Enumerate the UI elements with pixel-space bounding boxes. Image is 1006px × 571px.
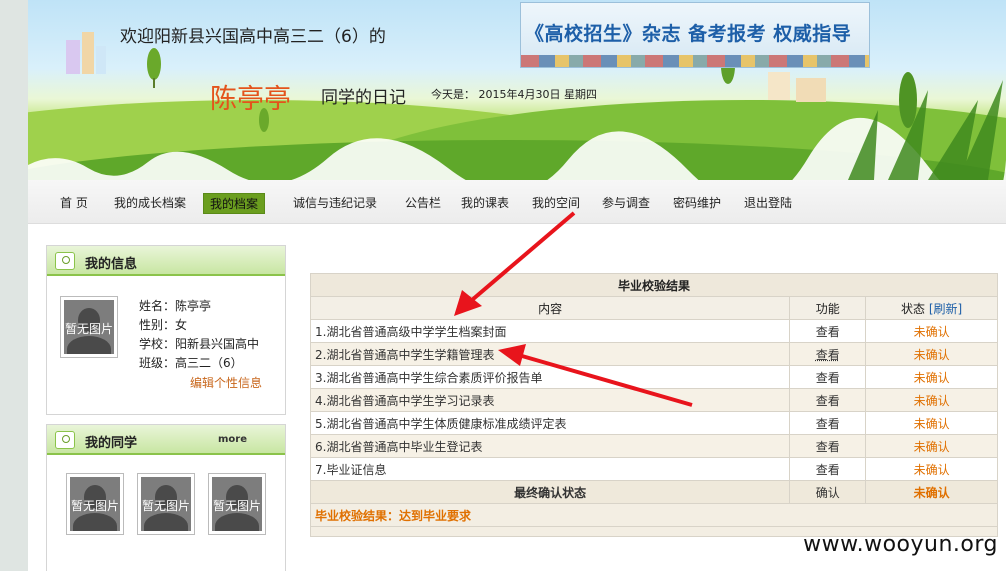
avatar-placeholder-label: 暂无图片 (64, 322, 113, 336)
view-link[interactable]: 查看 (789, 411, 867, 435)
row-content: 5.湖北省普通高中学生体质健康标准成绩评定表 (309, 411, 791, 435)
nav-bulletin[interactable]: 公告栏 (405, 194, 441, 211)
row-status: 未确认 (865, 411, 998, 435)
final-status-label: 最终确认状态 (309, 480, 791, 504)
info-gender: 性别：女 (139, 318, 188, 332)
left-margin-strip (0, 0, 28, 571)
status-header-label: 状态 (900, 301, 925, 316)
nav-survey[interactable]: 参与调查 (602, 194, 650, 211)
group-icon (55, 431, 75, 449)
info-name: 姓名：陈亭亭 (139, 299, 212, 313)
row-status: 未确认 (865, 365, 998, 389)
refresh-link[interactable]: [刷新] (929, 302, 962, 316)
classmate-avatar[interactable]: 暂无图片 (137, 473, 195, 535)
classmate-avatar[interactable]: 暂无图片 (208, 473, 266, 535)
view-link[interactable]: 查看 (789, 434, 867, 458)
classmates-more-link[interactable]: more (218, 434, 247, 445)
view-link[interactable]: 查看 (789, 365, 867, 389)
watermark: www.wooyun.org (803, 532, 998, 557)
nav-my-space[interactable]: 我的空间 (532, 194, 580, 211)
classmates-panel: 我的同学 more 暂无图片 暂无图片 暂无图片 (46, 424, 286, 571)
nav-home[interactable]: 首 页 (60, 194, 88, 211)
avatar-placeholder-label: 暂无图片 (141, 499, 190, 513)
diary-label: 同学的日记 (321, 88, 406, 108)
table-row: 7.毕业证信息 查看 未确认 (309, 457, 998, 481)
table-title: 毕业校验结果 (310, 273, 998, 297)
table-row: 6.湖北省普通高中毕业生登记表 查看 未确认 (309, 434, 998, 458)
view-link[interactable]: 查看 (789, 319, 867, 343)
info-class: 班级：高三二（6） (139, 356, 243, 370)
row-content: 3.湖北省普通高中学生综合素质评价报告单 (309, 365, 791, 389)
summary-row: 毕业校验结果：达到毕业要求 (310, 503, 998, 527)
final-status-value: 未确认 (865, 480, 998, 504)
view-link[interactable]: 查看 (789, 457, 867, 481)
col-function-header: 功能 (789, 296, 867, 320)
welcome-text: 欢迎阳新县兴国高中高三二（6）的 (120, 27, 386, 47)
nav-growth-archive[interactable]: 我的成长档案 (114, 194, 186, 211)
my-info-header: 我的信息 (47, 246, 285, 276)
row-content: 7.毕业证信息 (309, 457, 791, 481)
graduation-check-table: 毕业校验结果 内容 功能 状态 [刷新] 1.湖北省普通高级中学学生档案封面 查… (309, 273, 998, 537)
row-status: 未确认 (865, 388, 998, 412)
row-content: 6.湖北省普通高中毕业生登记表 (309, 434, 791, 458)
final-status-row: 最终确认状态 确认 未确认 (309, 480, 998, 504)
table-row: 1.湖北省普通高级中学学生档案封面 查看 未确认 (309, 319, 998, 343)
classmate-avatar[interactable]: 暂无图片 (66, 473, 124, 535)
my-info-title: 我的信息 (85, 257, 138, 272)
row-status: 未确认 (865, 434, 998, 458)
avatar-placeholder-label: 暂无图片 (70, 499, 119, 513)
col-status-header: 状态 [刷新] (865, 296, 998, 320)
row-status: 未确认 (865, 457, 998, 481)
nav-my-schedule[interactable]: 我的课表 (461, 194, 509, 211)
table-row: 5.湖北省普通高中学生体质健康标准成绩评定表 查看 未确认 (309, 411, 998, 435)
table-row: 2.湖北省普通高中学生学籍管理表 查看 未确认 (309, 342, 998, 366)
table-row: 4.湖北省普通高中学生学习记录表 查看 未确认 (309, 388, 998, 412)
view-link[interactable]: 查看 (789, 342, 867, 366)
view-link[interactable]: 查看 (789, 388, 867, 412)
student-name: 陈亭亭 (210, 84, 291, 115)
today-date: 今天是： 2015年4月30日 星期四 (431, 88, 597, 101)
info-school: 学校：阳新县兴国高中 (139, 337, 260, 351)
edit-profile-link[interactable]: 编辑个性信息 (190, 374, 262, 391)
nav-my-archive[interactable]: 我的档案 (203, 193, 266, 214)
header-banner: 欢迎阳新县兴国高中高三二（6）的 陈亭亭 同学的日记 今天是： 2015年4月3… (28, 0, 1006, 180)
row-content: 2.湖北省普通高中学生学籍管理表 (309, 342, 791, 366)
graduation-summary: 毕业校验结果：达到毕业要求 (310, 503, 998, 527)
col-content-header: 内容 (309, 296, 791, 320)
row-content: 4.湖北省普通高中学生学习记录表 (309, 388, 791, 412)
ad-banner-strip (521, 55, 869, 67)
row-status: 未确认 (865, 342, 998, 366)
nav-integrity-records[interactable]: 诚信与违纪记录 (293, 194, 377, 211)
my-info-panel: 我的信息 暂无图片 姓名：陈亭亭 性别：女 学校：阳新县兴国高中 班级：高三二（… (46, 245, 286, 415)
row-content: 1.湖北省普通高级中学学生档案封面 (309, 319, 791, 343)
user-icon (55, 252, 75, 270)
nav-password[interactable]: 密码维护 (673, 194, 721, 211)
ad-banner[interactable]: 《高校招生》杂志 备考报考 权威指导 (520, 2, 870, 68)
avatar: 暂无图片 (60, 296, 118, 358)
table-row: 3.湖北省普通高中学生综合素质评价报告单 查看 未确认 (309, 365, 998, 389)
confirm-link[interactable]: 确认 (789, 480, 867, 504)
nav-logout[interactable]: 退出登陆 (744, 194, 792, 211)
classmates-header: 我的同学 more (47, 425, 285, 455)
ad-banner-text: 《高校招生》杂志 备考报考 权威指导 (525, 23, 852, 45)
main-nav: 首 页 我的成长档案 我的档案 诚信与违纪记录 公告栏 我的课表 我的空间 参与… (28, 180, 1006, 224)
row-status: 未确认 (865, 319, 998, 343)
classmates-title: 我的同学 (85, 436, 138, 451)
avatar-placeholder-label: 暂无图片 (212, 499, 261, 513)
